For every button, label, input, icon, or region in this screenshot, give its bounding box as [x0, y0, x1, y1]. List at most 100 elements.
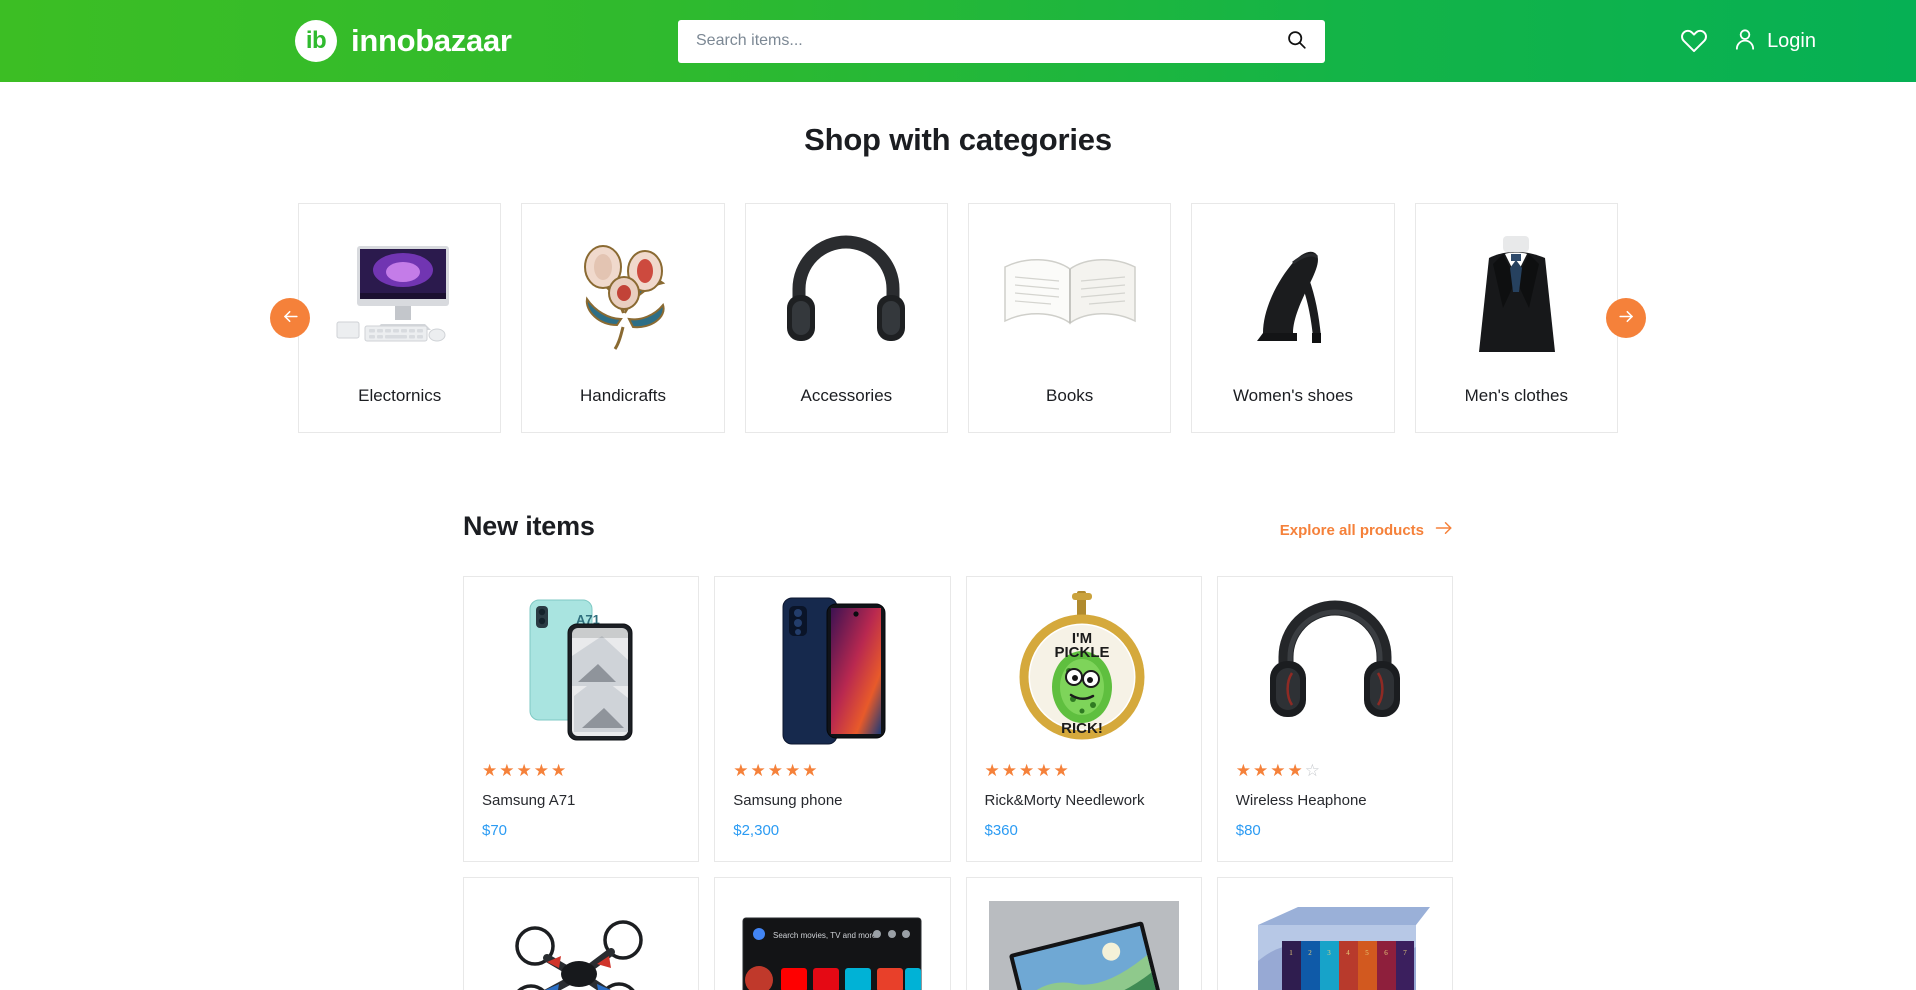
category-card-books[interactable]: Books: [968, 203, 1172, 433]
star-icon: ★: [551, 761, 567, 780]
star-icon: ★: [482, 761, 498, 780]
harry-potter-book-box-set-image: 12 34 56 7 Harry Potter Harry Potter Har…: [1218, 878, 1452, 990]
category-card-womens-shoes[interactable]: Women's shoes: [1191, 203, 1395, 433]
samsung-blue-phone-image: [715, 577, 949, 762]
category-card-handicrafts[interactable]: Handicrafts: [521, 203, 725, 433]
categories-title: Shop with categories: [804, 122, 1112, 157]
svg-text:6: 6: [1384, 949, 1388, 957]
rating-stars: ★ ★ ★ ★ ★: [733, 762, 931, 779]
category-card-accessories[interactable]: Accessories: [744, 203, 948, 433]
pickle-rick-embroidery-hoop-image: I'M PICKLE RICK!: [967, 577, 1201, 762]
rating-stars: ★ ★ ★ ★ ★: [985, 762, 1183, 779]
login-label: Login: [1767, 29, 1816, 52]
star-icon: ★: [1036, 761, 1052, 780]
product-price: $80: [1235, 822, 1261, 839]
star-icon: ★: [1287, 761, 1303, 780]
star-icon: ★: [1253, 761, 1269, 780]
product-card[interactable]: I'M PICKLE RICK! ★ ★ ★ ★ ★ Rick&Morty Ne…: [965, 576, 1202, 862]
site-header: ib innobazaar Login: [0, 0, 1916, 82]
category-card-mens-clothes[interactable]: Men's clothes: [1414, 203, 1618, 433]
product-name: Samsung A71: [482, 792, 576, 809]
product-grid-row-1: A71 ★ ★ ★ ★ ★ Samsung A71 $70 ★ ★ ★ ★ ★ …: [463, 576, 1453, 862]
search-icon: [1286, 29, 1307, 53]
login-button[interactable]: Login: [1732, 26, 1816, 57]
black-wireless-headphones-image: [1218, 577, 1452, 762]
rating-stars: ★ ★ ★ ★ ★: [482, 762, 680, 779]
category-card-electronics[interactable]: Electornics: [298, 203, 502, 433]
product-card[interactable]: Search movies, TV and more Featured: [714, 877, 951, 990]
arrow-right-icon: [1435, 521, 1453, 539]
open-book-icon: [969, 204, 1170, 386]
category-label: Handicrafts: [580, 386, 666, 405]
category-label: Women's shoes: [1232, 386, 1354, 405]
category-label: Electornics: [358, 386, 442, 405]
brand-name: innobazaar: [351, 23, 512, 58]
product-price: $70: [482, 822, 508, 839]
svg-text:3: 3: [1327, 949, 1331, 957]
wishlist-button[interactable]: [1680, 26, 1708, 57]
star-icon: ★: [733, 761, 749, 780]
category-label: Accessories: [800, 386, 893, 405]
svg-text:Search movies, TV and more: Search movies, TV and more: [773, 931, 877, 940]
svg-text:5: 5: [1365, 949, 1369, 957]
star-icon: ★: [499, 761, 515, 780]
star-icon: ★: [785, 761, 801, 780]
svg-text:2: 2: [1308, 949, 1312, 957]
smart-tv-with-apps-image: Search movies, TV and more Featured: [715, 878, 949, 990]
new-items-title: New items: [463, 511, 595, 541]
samsung-a71-phone-image: A71: [464, 577, 698, 762]
header-actions: Login: [1680, 26, 1816, 57]
product-price: $360: [984, 822, 1018, 839]
product-card[interactable]: ★ ★ ★ ★ ★ Samsung phone $2,300: [714, 576, 951, 862]
brand-logo[interactable]: ib innobazaar: [295, 20, 512, 62]
carousel-next-button[interactable]: [1606, 298, 1646, 338]
star-icon: ★: [984, 761, 1000, 780]
search-button[interactable]: [1282, 29, 1311, 53]
product-grid-row-2: Search movies, TV and more Featured: [463, 877, 1453, 990]
categories-row: Electornics Handicrafts Accessories Book…: [298, 203, 1618, 433]
star-icon: ★: [533, 761, 549, 780]
user-icon: [1732, 26, 1758, 57]
product-card[interactable]: [463, 877, 700, 990]
embroidered-flower-patch-icon: [522, 204, 723, 386]
svg-text:1: 1: [1289, 949, 1293, 957]
star-icon: ★: [516, 761, 532, 780]
brand-mark-icon: ib: [295, 20, 337, 62]
arrow-left-icon: [281, 307, 300, 329]
search-input[interactable]: [696, 32, 1282, 50]
product-info: ★ ★ ★ ★ ★ Samsung A71 $70: [464, 762, 698, 861]
product-card[interactable]: [965, 877, 1202, 990]
product-card[interactable]: ★ ★ ★ ★ ☆ Wireless Heaphone $80: [1216, 576, 1453, 862]
flat-screen-monitor-image: [967, 878, 1201, 990]
carousel-prev-button[interactable]: [270, 298, 310, 338]
product-info: ★ ★ ★ ★ ★ Rick&Morty Needlework $360: [967, 762, 1201, 861]
svg-text:7: 7: [1403, 949, 1407, 957]
svg-text:PICKLE: PICKLE: [1054, 644, 1109, 661]
star-icon: ★: [1001, 761, 1017, 780]
product-name: Samsung phone: [733, 792, 843, 809]
category-label: Men's clothes: [1464, 386, 1569, 405]
explore-all-products-link[interactable]: Explore all products: [1280, 521, 1453, 542]
star-icon: ★: [802, 761, 818, 780]
star-icon: ★: [1019, 761, 1035, 780]
product-name: Rick&Morty Needlework: [984, 792, 1145, 809]
categories-carousel: Electornics Handicrafts Accessories Book…: [270, 203, 1646, 433]
new-items-section: New items Explore all products A71 ★ ★ ★…: [463, 511, 1453, 990]
explore-all-products-label: Explore all products: [1279, 521, 1424, 539]
rating-stars: ★ ★ ★ ★ ☆: [1236, 762, 1434, 779]
product-card[interactable]: 12 34 56 7 Harry Potter Harry Potter Har…: [1216, 877, 1453, 990]
category-label: Books: [1046, 386, 1094, 405]
svg-text:RICK!: RICK!: [1061, 720, 1103, 737]
star-icon: ★: [750, 761, 766, 780]
product-card[interactable]: A71 ★ ★ ★ ★ ★ Samsung A71 $70: [463, 576, 700, 862]
svg-text:4: 4: [1346, 949, 1350, 957]
star-icon: ★: [767, 761, 783, 780]
product-info: ★ ★ ★ ★ ☆ Wireless Heaphone $80: [1218, 762, 1452, 861]
product-info: ★ ★ ★ ★ ★ Samsung phone $2,300: [715, 762, 949, 861]
new-items-header: New items Explore all products: [463, 511, 1453, 542]
star-icon: ★: [1235, 761, 1251, 780]
search-bar[interactable]: [678, 19, 1325, 63]
product-name: Wireless Heaphone: [1235, 792, 1367, 809]
over-ear-headphones-icon: [746, 204, 947, 386]
quadcopter-drone-image: [464, 878, 698, 990]
